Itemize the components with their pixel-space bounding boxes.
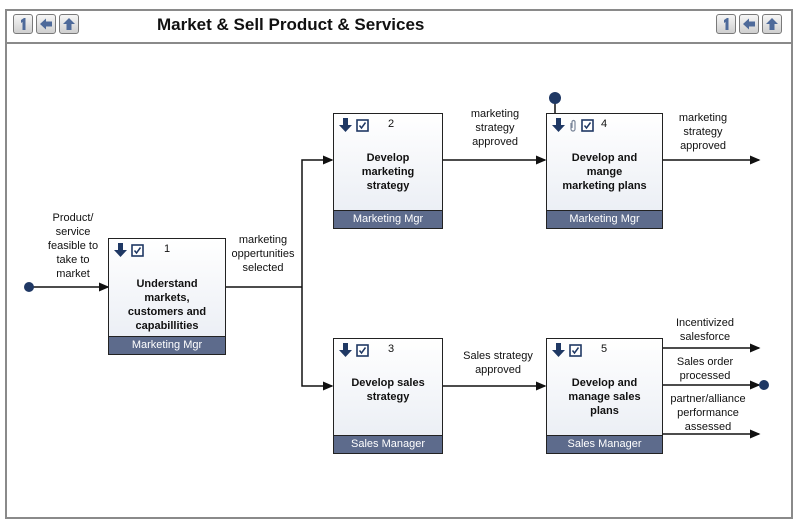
activity-box[interactable]: 2 Develop marketing strategy Marketing M… (333, 113, 443, 229)
attachment-icon[interactable] (569, 119, 577, 132)
label-line: approved (475, 364, 521, 376)
label-line: strategy (366, 180, 410, 192)
label-line: manage sales (568, 391, 641, 403)
label-line: strategy (366, 391, 410, 403)
role-label: Sales Manager (334, 435, 442, 453)
checkbox-icon[interactable] (581, 118, 594, 132)
flow-label-5-out-b: Sales order processed (665, 355, 745, 383)
activity-box[interactable]: 5 Develop and manage sales plans Sales M… (546, 338, 663, 454)
role-label: Marketing Mgr (334, 210, 442, 228)
label-line: capabillities (135, 320, 199, 332)
label-line: selected (242, 262, 284, 274)
activity-label: Understand markets, customers and capabi… (113, 277, 221, 333)
activity-label: Develop and mange marketing plans (551, 151, 658, 193)
label-line: Understand (136, 278, 198, 290)
label-line: Develop (366, 152, 410, 164)
label-line: marketing (678, 112, 728, 124)
activity-number: 4 (601, 118, 608, 130)
drill-down-icon[interactable] (339, 343, 352, 357)
flow-label-3-out: Sales strategy approved (455, 349, 541, 377)
activity-label: Develop sales strategy (338, 376, 438, 404)
label-line: salesforce (679, 331, 731, 343)
label-line: approved (680, 140, 726, 152)
drill-down-icon[interactable] (114, 243, 127, 257)
label-line: Sales strategy (463, 350, 533, 362)
label-line: Sales order (676, 356, 734, 368)
activity-number: 5 (601, 343, 608, 355)
drill-down-icon[interactable] (552, 343, 565, 357)
role-label: Marketing Mgr (547, 210, 662, 228)
label-line: marketing (470, 108, 520, 120)
label-line: markets, (144, 292, 190, 304)
checkbox-icon[interactable] (356, 343, 369, 357)
activity-box[interactable]: 3 Develop sales strategy Sales Manager (333, 338, 443, 454)
flow-to-2 (301, 155, 334, 287)
label-line: partner/alliance (670, 393, 746, 405)
activity-label: Develop marketing strategy (338, 151, 438, 193)
activity-box[interactable]: 1 Understand markets, customers and capa… (108, 238, 226, 355)
trigger-event-dot (549, 92, 561, 104)
label-line: feasible to (47, 240, 99, 252)
flow-label-2-out: marketing strategy approved (460, 107, 530, 149)
checkbox-icon[interactable] (569, 343, 582, 357)
label-line: marketing (238, 234, 288, 246)
label-line: customers and (127, 306, 207, 318)
label-line: processed (679, 370, 731, 382)
flow-label-input: Product/ service feasible to take to mar… (38, 211, 108, 281)
flow-label-5-out-a: Incentivized salesforce (665, 316, 745, 344)
label-line: mange (586, 166, 623, 178)
label-line: oppertunities (231, 248, 295, 260)
label-line: strategy (683, 126, 723, 138)
activity-number: 1 (164, 243, 171, 255)
checkbox-icon[interactable] (131, 243, 144, 257)
label-line: Develop and (571, 377, 638, 389)
label-line: approved (472, 136, 518, 148)
flow-label-5-out-c: partner/alliance performance assessed (665, 392, 751, 434)
label-line: take to (56, 254, 90, 266)
activity-box[interactable]: 4 Develop and mange marketing plans Mark… (546, 113, 663, 229)
flow-label-4-out: marketing strategy approved (668, 111, 738, 153)
label-line: Develop and (571, 152, 638, 164)
label-line: Product/ (52, 212, 94, 224)
flow-to-3 (301, 287, 334, 391)
label-line: Incentivized (675, 317, 735, 329)
activity-number: 3 (388, 343, 395, 355)
label-line: service (55, 226, 91, 238)
flow-label-1-out: marketing oppertunities selected (228, 233, 298, 275)
activity-label: Develop and manage sales plans (551, 376, 658, 418)
end-event-dot (759, 380, 769, 390)
role-label: Sales Manager (547, 435, 662, 453)
activity-number: 2 (388, 118, 395, 130)
drill-down-icon[interactable] (339, 118, 352, 132)
role-label: Marketing Mgr (109, 336, 225, 354)
label-line: plans (590, 405, 619, 417)
label-line: performance (677, 407, 739, 419)
label-line: strategy (475, 122, 515, 134)
drill-down-icon[interactable] (552, 118, 565, 132)
label-line: assessed (684, 421, 732, 433)
label-line: marketing (361, 166, 415, 178)
label-line: market (56, 268, 90, 280)
checkbox-icon[interactable] (356, 118, 369, 132)
start-event-dot (24, 282, 34, 292)
label-line: marketing plans (562, 180, 647, 192)
label-line: Develop sales (351, 377, 425, 389)
